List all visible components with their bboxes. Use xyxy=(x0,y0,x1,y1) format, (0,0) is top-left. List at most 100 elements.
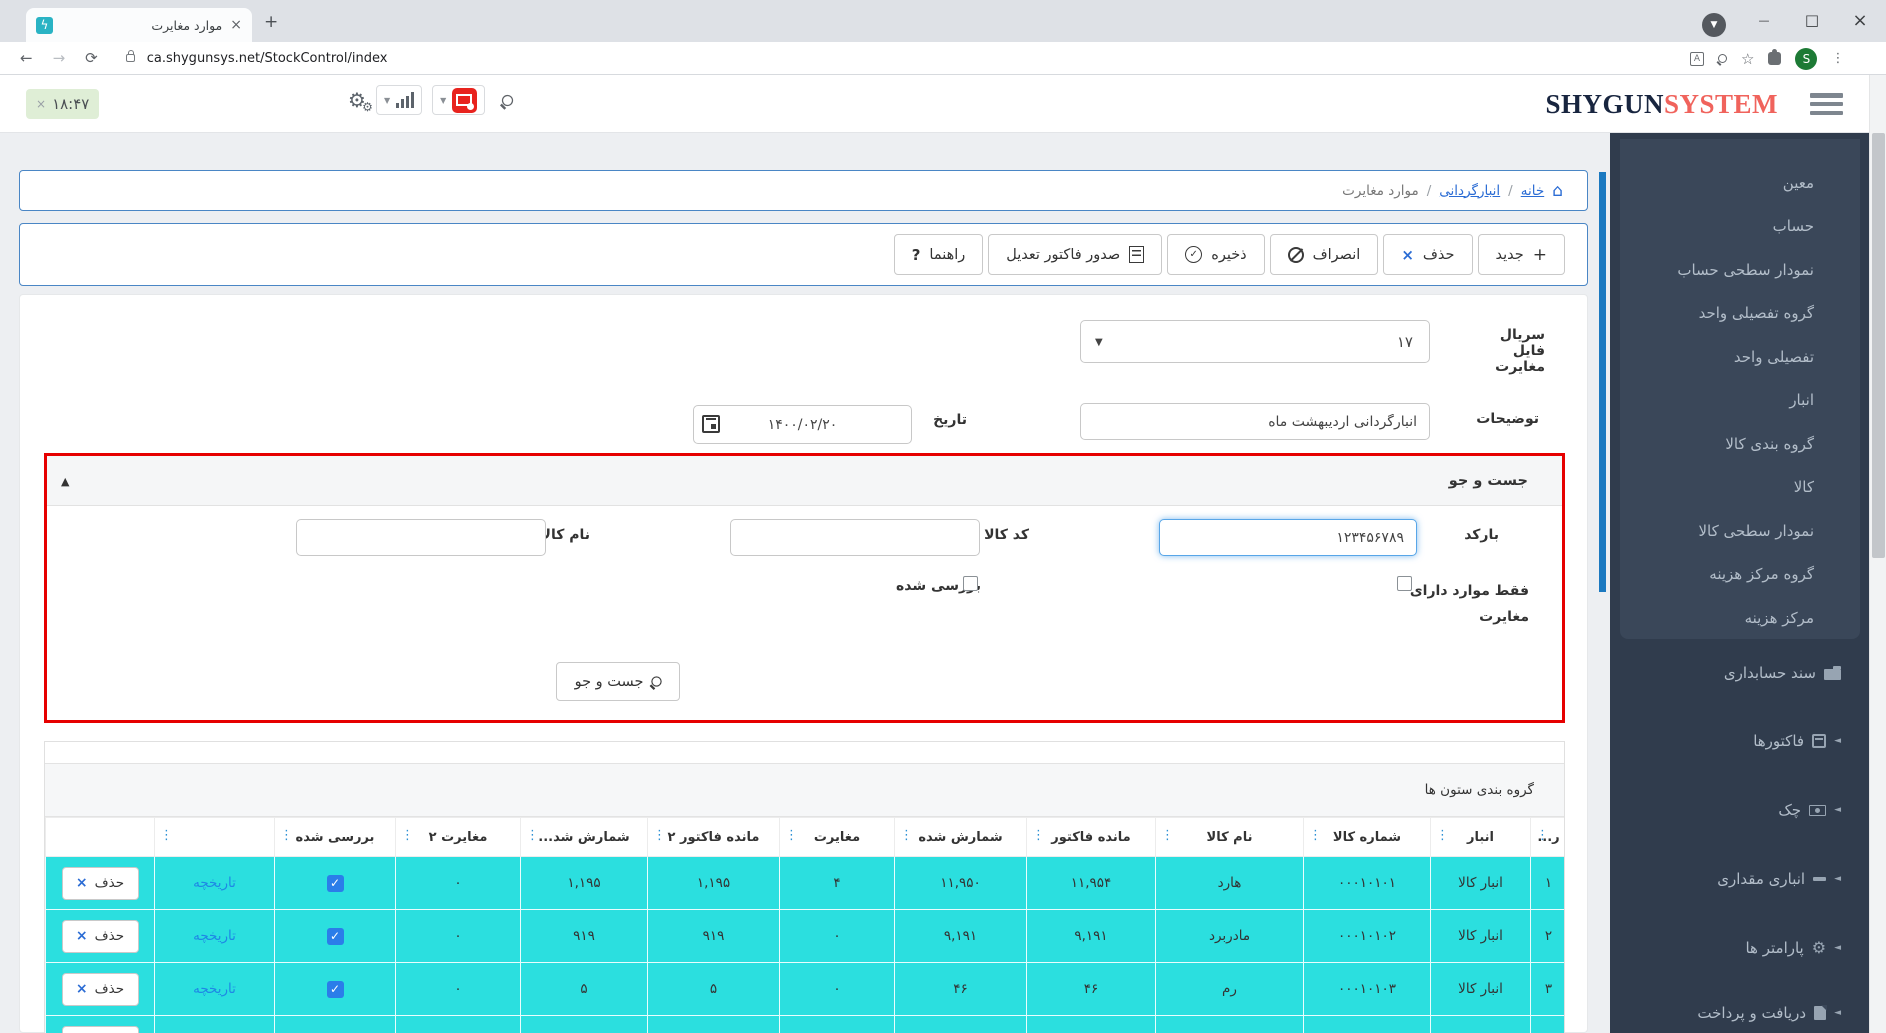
hamburger-menu-icon[interactable] xyxy=(1810,93,1843,115)
date-input[interactable]: ۱۴۰۰/۰۲/۲۰ xyxy=(693,405,912,444)
reload-icon[interactable]: ⟳ xyxy=(85,49,98,67)
browser-tab[interactable]: موارد مغایرت xyxy=(26,8,252,42)
sidebar-item[interactable]: انباری مقداری xyxy=(1610,861,1869,897)
zoom-icon[interactable] xyxy=(1718,54,1727,63)
back-icon[interactable]: ← xyxy=(20,49,33,67)
page-scrollbar[interactable] xyxy=(1869,75,1886,1033)
sidebar-item[interactable]: مرکز هزینه xyxy=(1620,596,1860,640)
row-checked-checkbox[interactable] xyxy=(327,981,344,998)
sidebar-item[interactable]: فاکتورها xyxy=(1610,723,1869,759)
forward-icon[interactable]: → xyxy=(53,49,66,67)
toolbar-button-plus[interactable]: +جدید xyxy=(1478,234,1565,275)
column-header[interactable] xyxy=(46,818,155,857)
breadcrumb-item[interactable]: انبارگردانی xyxy=(1439,183,1500,199)
translate-icon[interactable] xyxy=(1690,52,1704,66)
column-menu-icon[interactable] xyxy=(401,828,414,843)
column-menu-icon[interactable] xyxy=(653,828,666,843)
toolbar-button-question[interactable]: راهنما? xyxy=(894,234,984,275)
row-delete-button[interactable]: حذف xyxy=(62,973,139,1006)
settings-gears-icon[interactable] xyxy=(348,88,366,112)
toolbar-button-doc[interactable]: صدور فاکتور تعدیل xyxy=(988,234,1162,275)
column-header[interactable]: مغایرت xyxy=(780,818,895,857)
chart-dropdown[interactable] xyxy=(376,85,422,115)
search-submit-button[interactable]: جست و جو xyxy=(556,662,680,701)
row-checked-checkbox[interactable] xyxy=(327,875,344,892)
sidebar-item[interactable]: گروه بندی کالا xyxy=(1620,422,1860,466)
sidebar-item[interactable]: نمودار سطحی کالا xyxy=(1620,509,1860,553)
sidebar-item[interactable]: معین xyxy=(1620,161,1860,205)
collapse-icon[interactable] xyxy=(61,475,69,488)
column-menu-icon[interactable] xyxy=(160,828,173,843)
column-menu-icon[interactable] xyxy=(1436,828,1449,843)
media-controls-button[interactable] xyxy=(1702,13,1726,37)
search-section-header[interactable]: جست و جو xyxy=(47,456,1562,506)
url-text[interactable]: ca.shygunsys.net/StockControl/index xyxy=(147,51,388,66)
sidebar-item[interactable]: چک xyxy=(1610,792,1869,828)
column-header[interactable]: نام کالا xyxy=(1156,818,1304,857)
row-checked-checkbox[interactable] xyxy=(327,928,344,945)
sidebar-item[interactable]: گروه مرکز هزینه xyxy=(1620,553,1860,597)
bookmark-star-icon[interactable] xyxy=(1741,50,1754,68)
toolbar-button-x[interactable]: حذف× xyxy=(1383,234,1472,275)
sidebar-item[interactable]: پارامتر ها xyxy=(1610,930,1869,966)
column-header[interactable]: انبار xyxy=(1431,818,1531,857)
column-header[interactable]: شماره کالا xyxy=(1304,818,1431,857)
breadcrumb-item[interactable]: خانه xyxy=(1521,183,1544,199)
sidebar-item[interactable]: کالا xyxy=(1620,466,1860,510)
sidebar-item[interactable]: دریافت و پرداخت xyxy=(1610,995,1869,1031)
column-grouping-bar[interactable]: گروه بندی ستون ها xyxy=(45,763,1564,817)
column-header[interactable]: مغایرت ۲ xyxy=(396,818,521,857)
lock-icon[interactable] xyxy=(126,54,135,62)
column-header[interactable]: مانده فاکتور xyxy=(1027,818,1156,857)
column-header[interactable]: شمارش شد... xyxy=(521,818,648,857)
column-menu-icon[interactable] xyxy=(785,828,798,843)
column-header[interactable]: مانده فاکتور ۲ xyxy=(648,818,780,857)
new-tab-button[interactable] xyxy=(264,12,278,32)
column-menu-icon[interactable] xyxy=(526,828,539,843)
profile-avatar[interactable]: S xyxy=(1795,48,1817,70)
sidebar-item[interactable]: گروه تفصیلی واحد xyxy=(1620,292,1860,336)
toolbar-button-ban[interactable]: انصراف xyxy=(1270,234,1379,275)
column-menu-icon[interactable] xyxy=(900,828,913,843)
column-menu-icon[interactable] xyxy=(1536,828,1549,843)
minimize-button[interactable] xyxy=(1740,0,1788,40)
column-menu-icon[interactable] xyxy=(1032,828,1045,843)
product-name-input[interactable] xyxy=(296,519,546,556)
sidebar-item[interactable]: نمودار سطحی حساب xyxy=(1620,248,1860,292)
column-menu-icon[interactable] xyxy=(1161,828,1174,843)
column-menu-icon[interactable] xyxy=(1309,828,1322,843)
checked-filter-checkbox[interactable] xyxy=(963,576,978,591)
sidebar-item[interactable]: تفصیلی واحد xyxy=(1620,335,1860,379)
browser-menu-icon[interactable] xyxy=(1831,51,1844,66)
row-delete-button[interactable]: حذف xyxy=(62,1026,139,1033)
toolbar-button-check[interactable]: ذخیره✓ xyxy=(1167,234,1264,275)
column-header[interactable] xyxy=(155,818,275,857)
remote-support-dropdown[interactable] xyxy=(432,85,485,115)
sidebar-item[interactable]: سند حسابداری xyxy=(1610,655,1869,691)
extensions-icon[interactable] xyxy=(1768,52,1781,65)
session-time-badge[interactable]: ۱۸:۴۷ xyxy=(26,89,99,119)
history-link[interactable]: تاریخچه xyxy=(193,981,236,997)
column-header[interactable]: شمارش شده xyxy=(895,818,1027,857)
description-input[interactable] xyxy=(1080,403,1430,440)
row-delete-button[interactable]: حذف xyxy=(62,867,139,900)
close-session-icon[interactable] xyxy=(36,97,46,111)
column-header[interactable]: بررسی شده xyxy=(275,818,396,857)
serial-file-select[interactable]: ۱۷ xyxy=(1080,320,1430,363)
history-link[interactable]: تاریخچه xyxy=(193,875,236,891)
calendar-icon[interactable] xyxy=(702,415,720,433)
product-code-input[interactable] xyxy=(730,519,980,556)
only-discrepancy-checkbox[interactable] xyxy=(1397,576,1412,591)
column-menu-icon[interactable] xyxy=(280,828,293,843)
sidebar-item[interactable]: انبار xyxy=(1620,379,1860,423)
history-link[interactable]: تاریخچه xyxy=(193,928,236,944)
barcode-input[interactable] xyxy=(1159,519,1417,556)
scrollbar-thumb[interactable] xyxy=(1872,133,1885,558)
tab-close-icon[interactable] xyxy=(230,18,242,32)
column-header[interactable]: ر... xyxy=(1531,818,1566,857)
maximize-button[interactable] xyxy=(1788,0,1836,40)
sidebar-item[interactable]: حساب xyxy=(1620,205,1860,249)
close-button[interactable] xyxy=(1836,0,1884,40)
row-delete-button[interactable]: حذف xyxy=(62,920,139,953)
search-icon[interactable] xyxy=(502,94,513,105)
